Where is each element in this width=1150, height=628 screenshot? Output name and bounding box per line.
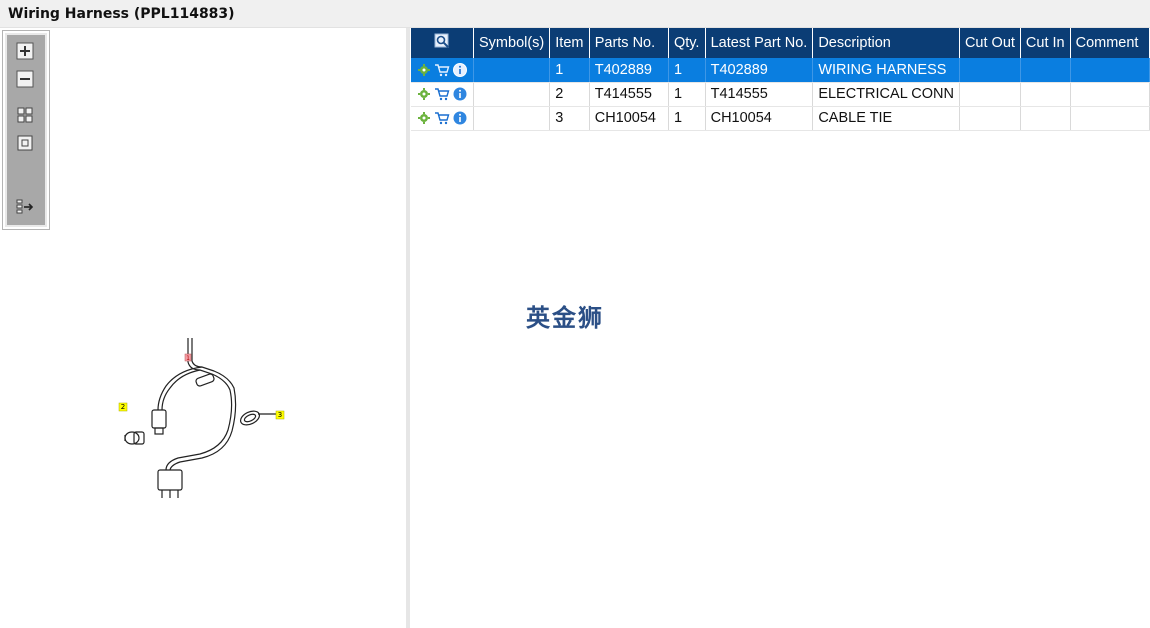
cart-icon[interactable] — [434, 86, 450, 102]
cell-item: 2 — [549, 82, 590, 107]
info-icon[interactable] — [452, 86, 468, 102]
callout-3-label: 3 — [278, 411, 282, 419]
wiring-harness-diagram[interactable]: 1 2 3 — [100, 318, 300, 498]
cell-symbols — [473, 82, 551, 107]
toolbox-panel — [7, 35, 45, 225]
row-actions — [411, 58, 474, 83]
cell-latest-part-no: CH10054 — [705, 106, 814, 131]
cell-qty: 1 — [668, 58, 706, 83]
gear-icon[interactable] — [416, 62, 432, 78]
column-header-cut-out[interactable]: Cut Out — [959, 28, 1021, 58]
zoom-in-icon[interactable] — [15, 41, 35, 61]
cell-comment — [1070, 106, 1150, 131]
column-header-description[interactable]: Description — [812, 28, 960, 58]
cell-symbols — [473, 58, 551, 83]
zoom-out-icon[interactable] — [15, 69, 35, 89]
info-icon[interactable] — [452, 110, 468, 126]
cell-qty: 1 — [668, 106, 706, 131]
column-header-cut-in[interactable]: Cut In — [1020, 28, 1071, 58]
column-header-parts-no[interactable]: Parts No. — [589, 28, 669, 58]
cell-qty: 1 — [668, 82, 706, 107]
row-actions — [411, 82, 474, 107]
cell-latest-part-no: T414555 — [705, 82, 814, 107]
column-header-item[interactable]: Item — [549, 28, 590, 58]
callout-2-label: 2 — [121, 403, 125, 411]
cell-parts-no: CH10054 — [589, 106, 669, 131]
cell-description: ELECTRICAL CONN — [812, 82, 960, 107]
table-row[interactable]: 2 T414555 1 T414555 ELECTRICAL CONN — [411, 82, 1150, 107]
column-header-search[interactable] — [411, 28, 474, 58]
search-icon[interactable] — [434, 33, 450, 49]
table-row[interactable]: 3 CH10054 1 CH10054 CABLE TIE — [411, 106, 1150, 131]
callout-1-label: 1 — [186, 355, 190, 362]
cell-description: WIRING HARNESS — [812, 58, 960, 83]
window-title: Wiring Harness (PPL114883) — [8, 6, 235, 22]
gear-icon[interactable] — [416, 110, 432, 126]
gear-icon[interactable] — [416, 86, 432, 102]
parts-list-pane: Symbol(s) Item Parts No. Qty. Latest Par… — [410, 28, 1150, 628]
column-header-comment[interactable]: Comment — [1070, 28, 1150, 58]
cell-parts-no: T402889 — [589, 58, 669, 83]
cell-cut-in — [1020, 82, 1071, 107]
cell-item: 1 — [549, 58, 590, 83]
column-header-qty[interactable]: Qty. — [668, 28, 706, 58]
cell-comment — [1070, 82, 1150, 107]
table-header-row: Symbol(s) Item Parts No. Qty. Latest Par… — [411, 28, 1150, 58]
cell-comment — [1070, 58, 1150, 83]
cell-cut-out — [959, 58, 1021, 83]
export-icon[interactable] — [15, 197, 35, 217]
parts-table: Symbol(s) Item Parts No. Qty. Latest Par… — [411, 28, 1150, 131]
fit-window-icon[interactable] — [15, 133, 35, 153]
title-bar: Wiring Harness (PPL114883) — [0, 0, 1150, 28]
cell-parts-no: T414555 — [589, 82, 669, 107]
diagram-toolbox — [2, 30, 50, 230]
cell-cut-out — [959, 106, 1021, 131]
cell-item: 3 — [549, 106, 590, 131]
column-header-symbols[interactable]: Symbol(s) — [473, 28, 551, 58]
cell-cut-out — [959, 82, 1021, 107]
cell-description: CABLE TIE — [812, 106, 960, 131]
watermark-text: 英金狮 — [526, 304, 604, 332]
row-actions — [411, 106, 474, 131]
info-icon[interactable] — [452, 62, 468, 78]
cell-cut-in — [1020, 58, 1071, 83]
cell-latest-part-no: T402889 — [705, 58, 814, 83]
cart-icon[interactable] — [434, 110, 450, 126]
cell-symbols — [473, 106, 551, 131]
cell-cut-in — [1020, 106, 1071, 131]
table-row[interactable]: 1 T402889 1 T402889 WIRING HARNESS — [411, 58, 1150, 83]
cart-icon[interactable] — [434, 62, 450, 78]
diagram-pane[interactable]: 1 2 3 — [0, 28, 406, 628]
fit-all-icon[interactable] — [15, 105, 35, 125]
column-header-latest-part-no[interactable]: Latest Part No. — [705, 28, 814, 58]
